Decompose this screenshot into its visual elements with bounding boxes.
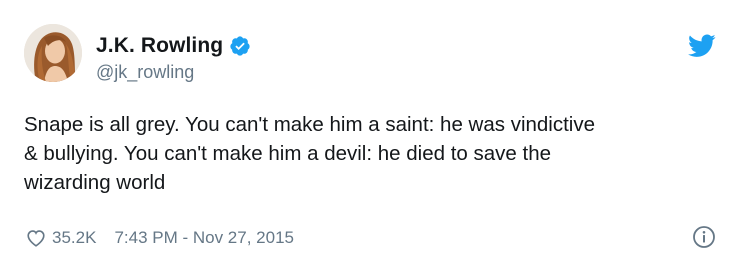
author-handle[interactable]: @jk_rowling (96, 62, 194, 83)
avatar[interactable] (24, 24, 82, 82)
tweet-meta: 35.2K 7:43 PM - Nov 27, 2015 (26, 227, 294, 249)
author-name-row[interactable]: J.K. Rowling (96, 33, 251, 59)
tweet-timestamp[interactable]: 7:43 PM - Nov 27, 2015 (114, 228, 294, 248)
like-count[interactable]: 35.2K (52, 228, 96, 248)
verified-badge-icon (229, 35, 251, 57)
heart-icon[interactable] (26, 229, 46, 247)
info-icon[interactable] (692, 225, 716, 249)
twitter-bird-icon[interactable] (688, 34, 716, 58)
tweet-card: J.K. Rowling @jk_rowling Snape is all gr… (0, 0, 740, 265)
tweet-text: Snape is all grey. You can't make him a … (24, 113, 596, 194)
author-display-name[interactable]: J.K. Rowling (96, 34, 223, 58)
